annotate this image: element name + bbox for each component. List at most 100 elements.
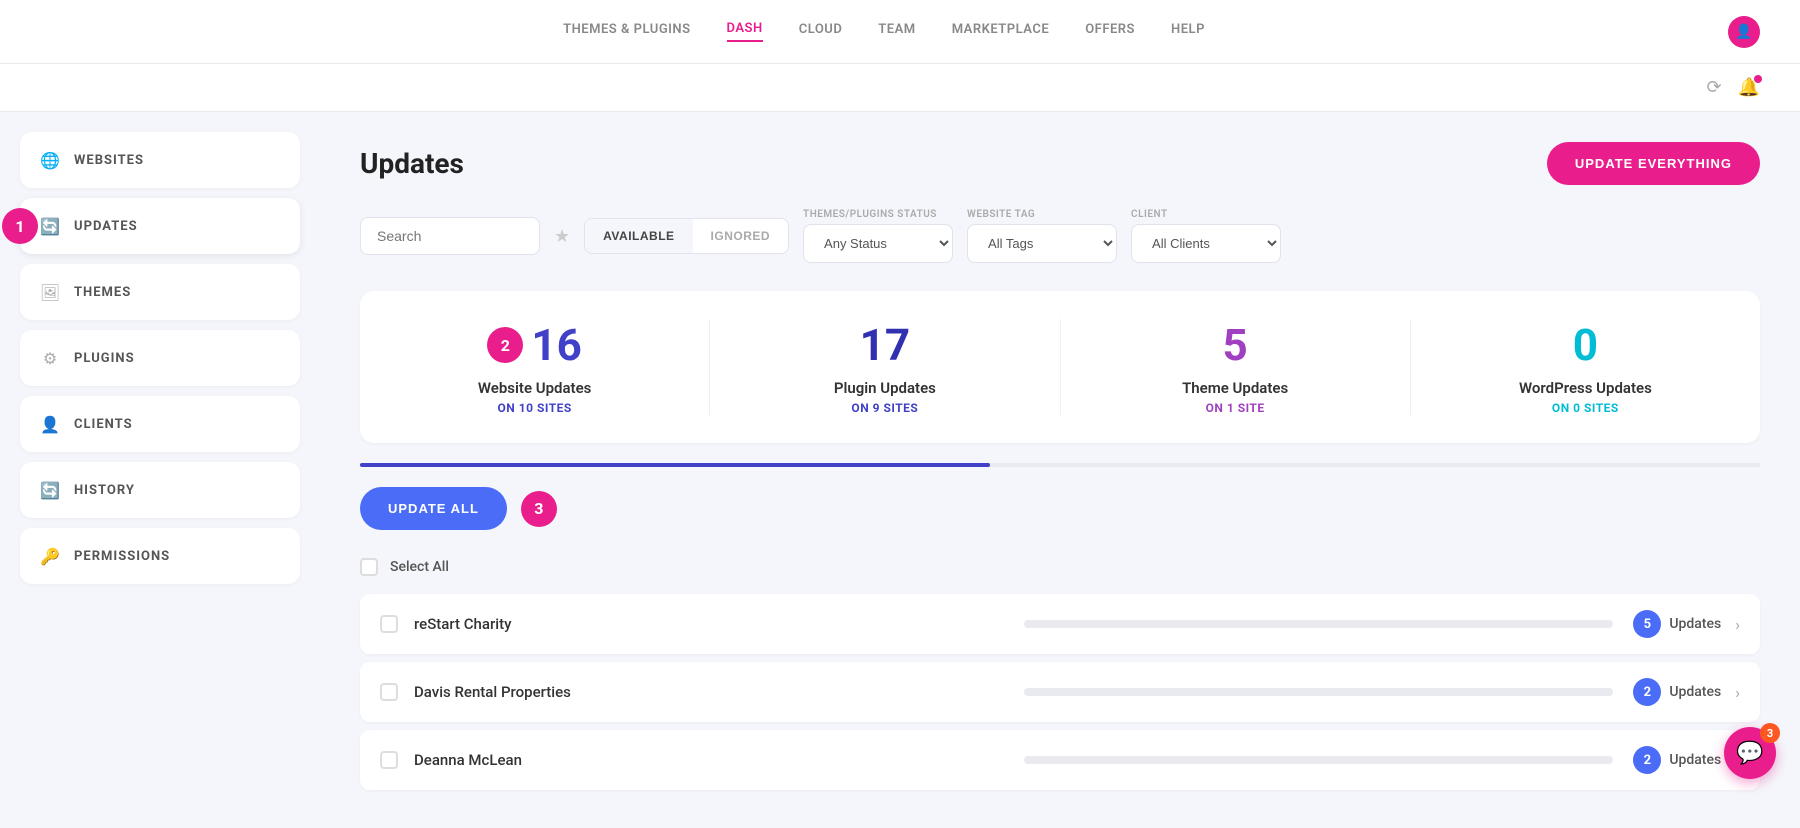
sidebar-badge: 1 [2,208,38,244]
tab-group: AVAILABLE IGNORED [584,218,789,254]
tab-ignored[interactable]: IGNORED [693,219,789,253]
site-updates-text-1: Updates [1669,684,1721,700]
site-row-1[interactable]: Davis Rental Properties 2 Updates › [360,662,1760,722]
nav-team[interactable]: TEAM [878,22,915,41]
content-header: Updates UPDATE EVERYTHING [360,142,1760,185]
stat-theme-number: 5 [1223,319,1248,371]
sidebar-label-plugins: PLUGINS [74,351,135,366]
page-title: Updates [360,147,464,180]
sidebar-item-themes[interactable]: 🖼 THEMES [20,264,300,320]
sidebar-clients-wrapper: 👤 CLIENTS [20,396,300,452]
stat-website-label: Website Updates [478,379,592,397]
sidebar-item-updates[interactable]: 🔄 UPDATES [20,198,300,254]
status-filter-label: THEMES/PLUGINS STATUS [803,209,953,220]
chat-notification-badge: 3 [1760,723,1780,743]
sidebar-item-websites[interactable]: 🌐 WEBSITES [20,132,300,188]
stat-website-badge: 2 [487,327,523,363]
site-updates-badge-0: 5 [1633,610,1661,638]
site-row-0[interactable]: reStart Charity 5 Updates › [360,594,1760,654]
refresh-icon[interactable]: ⟳ [1706,77,1721,98]
select-all-checkbox[interactable] [360,558,378,576]
sidebar-item-clients[interactable]: 👤 CLIENTS [20,396,300,452]
clients-icon: 👤 [40,414,60,434]
search-input[interactable] [360,217,540,255]
avatar[interactable]: 👤 [1728,16,1760,48]
nav-dash[interactable]: DASH [727,21,763,42]
chat-widget[interactable]: 💬 3 [1724,727,1776,779]
site-checkbox-0[interactable] [380,615,398,633]
site-updates-text-2: Updates [1669,752,1721,768]
stat-theme-updates: 5 Theme Updates ON 1 SITE [1061,319,1411,415]
sidebar-label-updates: UPDATES [74,219,138,234]
star-icon[interactable]: ★ [554,226,570,247]
stat-website-number-wrap: 2 16 [487,319,582,371]
notification-dot [1754,75,1762,83]
sidebar-themes-wrapper: 🖼 THEMES [20,264,300,320]
site-name-2: Deanna McLean [414,751,1004,769]
progress-bar-fill [360,463,990,467]
step-badge: 3 [521,491,557,527]
sub-nav: ⟳ 🔔 [0,64,1800,112]
stat-website-sub: ON 10 SITES [497,401,571,415]
stat-plugin-sub: ON 9 SITES [851,401,918,415]
themes-icon: 🖼 [40,282,60,302]
tab-available[interactable]: AVAILABLE [585,219,692,253]
top-nav: THEMES & PLUGINS DASH CLOUD TEAM MARKETP… [0,0,1800,64]
tag-select[interactable]: All Tags [967,224,1117,263]
stat-wp-number: 0 [1573,319,1598,371]
site-row-2[interactable]: Deanna McLean 2 Updates › [360,730,1760,790]
permissions-icon: 🔑 [40,546,60,566]
client-filter-label: CLIENT [1131,209,1281,220]
site-checkbox-1[interactable] [380,683,398,701]
sidebar-label-permissions: PERMISSIONS [74,549,170,564]
sidebar-item-plugins[interactable]: ⚙ PLUGINS [20,330,300,386]
stat-theme-label: Theme Updates [1182,379,1288,397]
update-everything-button[interactable]: UPDATE EVERYTHING [1547,142,1760,185]
status-filter-group: THEMES/PLUGINS STATUS Any Status [803,209,953,263]
chevron-down-icon-0: › [1735,615,1740,634]
site-checkbox-2[interactable] [380,751,398,769]
sidebar-history-wrapper: 🔄 HISTORY [20,462,300,518]
site-name-0: reStart Charity [414,615,1004,633]
select-all-row: Select All [360,546,1760,588]
websites-icon: 🌐 [40,150,60,170]
sidebar-label-websites: WEBSITES [74,153,144,168]
stats-row: 2 16 Website Updates ON 10 SITES 17 Plug… [360,291,1760,443]
nav-offers[interactable]: OFFERS [1085,22,1135,41]
stat-website-number: 16 [531,319,582,371]
sidebar-label-history: HISTORY [74,483,135,498]
main-layout: 🌐 WEBSITES 1 🔄 UPDATES 🖼 THEMES ⚙ PLUGIN… [0,112,1800,828]
stat-plugin-updates: 17 Plugin Updates ON 9 SITES [710,319,1060,415]
sidebar-item-history[interactable]: 🔄 HISTORY [20,462,300,518]
site-updates-badge-2: 2 [1633,746,1661,774]
stat-wp-updates: 0 WordPress Updates ON 0 SITES [1411,319,1760,415]
progress-bar [360,463,1760,467]
nav-marketplace[interactable]: MARKETPLACE [952,22,1050,41]
site-bar-1 [1024,688,1614,696]
status-select[interactable]: Any Status [803,224,953,263]
stat-theme-number-wrap: 5 [1223,319,1248,371]
nav-right: 👤 [1728,16,1760,48]
nav-cloud[interactable]: CLOUD [799,22,843,41]
site-bar-2 [1024,756,1614,764]
history-icon: 🔄 [40,480,60,500]
sidebar: 🌐 WEBSITES 1 🔄 UPDATES 🖼 THEMES ⚙ PLUGIN… [0,112,320,828]
chat-icon: 💬 [1736,741,1763,766]
stat-plugin-number: 17 [860,319,911,371]
site-updates-text-0: Updates [1669,616,1721,632]
tag-filter-group: WEBSITE TAG All Tags [967,209,1117,263]
nav-help[interactable]: HELP [1171,22,1205,41]
sidebar-item-permissions[interactable]: 🔑 PERMISSIONS [20,528,300,584]
client-select[interactable]: All Clients [1131,224,1281,263]
nav-themes-plugins[interactable]: THEMES & PLUGINS [563,22,690,41]
stat-plugin-number-wrap: 17 [860,319,911,371]
nav-links: THEMES & PLUGINS DASH CLOUD TEAM MARKETP… [40,21,1728,42]
notification-icon[interactable]: 🔔 [1738,77,1760,98]
updates-icon: 🔄 [40,216,60,236]
sidebar-plugins-wrapper: ⚙ PLUGINS [20,330,300,386]
update-all-button[interactable]: UPDATE ALL [360,487,507,530]
select-all-label: Select All [390,559,449,575]
site-updates-badge-1: 2 [1633,678,1661,706]
sidebar-websites-wrapper: 🌐 WEBSITES [20,132,300,188]
sidebar-label-clients: CLIENTS [74,417,133,432]
